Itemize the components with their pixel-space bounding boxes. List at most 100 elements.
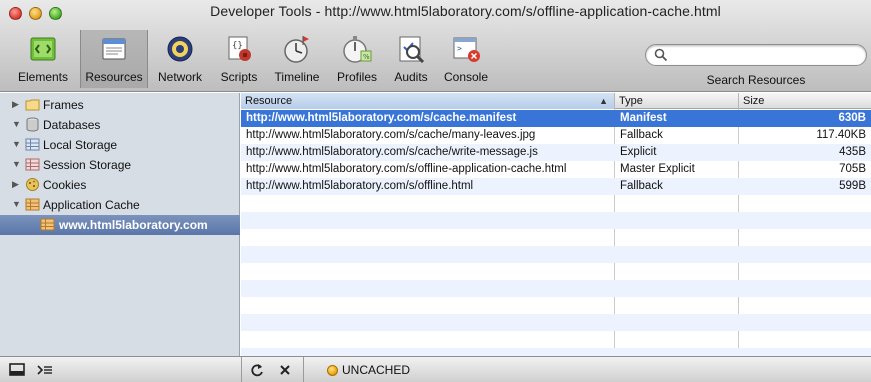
refresh-icon — [251, 364, 263, 377]
sidebar-item-session-storage[interactable]: ▼ Session Storage — [0, 155, 240, 175]
empty-row — [241, 314, 871, 331]
svg-text:>: > — [457, 44, 462, 53]
database-icon — [26, 117, 39, 132]
size-cell: 630B — [838, 112, 867, 124]
resource-cell: http://www.html5laboratory.com/s/offline… — [246, 180, 474, 192]
sidebar-item-label: Session Storage — [43, 158, 132, 172]
table-header: Resource ▲ Type Size — [241, 93, 871, 109]
size-cell: 599B — [839, 180, 866, 192]
toolbar-label: Scripts — [220, 70, 258, 84]
column-header-type[interactable]: Type — [615, 93, 739, 109]
dock-button[interactable] — [4, 359, 30, 381]
toolbar-label: Network — [157, 70, 202, 84]
empty-row — [241, 212, 871, 229]
column-header-size[interactable]: Size — [739, 93, 871, 109]
sidebar-item-label: Cookies — [43, 178, 87, 192]
audits-icon — [399, 36, 425, 64]
column-header-label: Size — [743, 95, 765, 107]
empty-row — [241, 331, 871, 348]
table-row[interactable]: http://www.html5laboratory.com/s/offline… — [241, 178, 871, 195]
table-body: http://www.html5laboratory.com/s/cache.m… — [241, 110, 871, 365]
sort-ascending-icon: ▲ — [599, 96, 608, 106]
table-row[interactable]: http://www.html5laboratory.com/s/offline… — [241, 161, 871, 178]
dock-icon — [9, 363, 25, 376]
timeline-icon — [284, 36, 309, 63]
console-toggle-button[interactable] — [32, 359, 58, 381]
application-cache-icon — [40, 218, 55, 231]
local-storage-icon — [25, 138, 40, 151]
size-cell: 705B — [839, 163, 866, 175]
toolbar-resources-button[interactable]: Resources — [80, 30, 148, 88]
status-divider — [241, 357, 242, 382]
sidebar-item-local-storage[interactable]: ▼ Local Storage — [0, 135, 240, 155]
toolbar-timeline-button[interactable]: Timeline — [268, 30, 326, 88]
refresh-button[interactable] — [244, 359, 270, 381]
column-header-resource[interactable]: Resource ▲ — [241, 93, 615, 109]
status-divider — [303, 357, 304, 382]
column-header-label: Resource — [245, 95, 293, 107]
delete-icon — [280, 365, 290, 375]
table-row[interactable]: http://www.html5laboratory.com/s/cache.m… — [241, 110, 871, 127]
disclosure-expanded-icon[interactable]: ▼ — [12, 139, 22, 149]
disclosure-collapsed-icon[interactable]: ▶ — [12, 179, 22, 189]
status-bar: UNCACHED — [0, 356, 871, 382]
size-cell: 435B — [839, 146, 866, 158]
delete-button[interactable] — [272, 359, 298, 381]
svg-text:%: % — [363, 53, 370, 61]
table-row[interactable]: http://www.html5laboratory.com/s/cache/m… — [241, 127, 871, 144]
disclosure-expanded-icon[interactable]: ▼ — [12, 119, 22, 129]
type-cell: Fallback — [620, 180, 663, 192]
devtools-window: Developer Tools - http://www.html5labora… — [0, 0, 871, 382]
cookie-icon — [26, 178, 39, 191]
resource-cell: http://www.html5laboratory.com/s/cache/w… — [246, 146, 538, 158]
type-cell: Fallback — [620, 129, 663, 141]
column-header-label: Type — [619, 95, 643, 107]
empty-row — [241, 195, 871, 212]
toolbar-audits-button[interactable]: Audits — [388, 30, 434, 88]
resource-cell: http://www.html5laboratory.com/s/cache.m… — [246, 112, 517, 124]
sidebar-item-label: Frames — [43, 98, 84, 112]
toolbar-label: Elements — [17, 70, 69, 84]
resources-icon — [102, 38, 126, 60]
toolbar-elements-button[interactable]: Elements — [12, 30, 74, 88]
titlebar: Developer Tools - http://www.html5labora… — [0, 0, 871, 92]
disclosure-expanded-icon[interactable]: ▼ — [12, 199, 22, 209]
toolbar-label: Resources — [85, 70, 143, 84]
console-toggle-icon — [37, 365, 52, 375]
sidebar-item-frames[interactable]: ▶ Frames — [0, 95, 240, 115]
toolbar-scripts-button[interactable]: {} Scripts — [214, 30, 264, 88]
type-cell: Master Explicit — [620, 163, 695, 175]
sidebar-item-label: Application Cache — [43, 198, 140, 212]
scripts-icon: {} — [228, 36, 251, 61]
elements-icon — [30, 37, 56, 61]
disclosure-collapsed-icon[interactable]: ▶ — [12, 99, 22, 109]
sidebar-item-databases[interactable]: ▼ Databases — [0, 115, 240, 135]
type-cell: Manifest — [620, 112, 667, 124]
resource-cell: http://www.html5laboratory.com/s/cache/m… — [246, 129, 536, 141]
folder-icon — [25, 99, 40, 111]
sidebar-item-label: Local Storage — [43, 138, 118, 152]
search-resources-input[interactable] — [645, 44, 867, 66]
toolbar-profiles-button[interactable]: % Profiles — [330, 30, 384, 88]
cache-status-icon — [327, 365, 338, 376]
window-title: Developer Tools - http://www.html5labora… — [210, 3, 721, 19]
toolbar-console-button[interactable]: > Console — [438, 30, 494, 88]
search-icon — [654, 48, 668, 62]
toolbar-label: Timeline — [274, 70, 320, 84]
resource-cell: http://www.html5laboratory.com/s/offline… — [246, 163, 567, 175]
toolbar-network-button[interactable]: Network — [152, 30, 208, 88]
application-cache-icon — [25, 198, 40, 211]
empty-row — [241, 280, 871, 297]
sidebar-item-html5laboratory[interactable]: www.html5laboratory.com — [0, 215, 240, 235]
sidebar: ▶ Frames ▼ Databases ▼ Local Storage ▼ S… — [0, 93, 240, 356]
sidebar-item-cookies[interactable]: ▶ Cookies — [0, 175, 240, 195]
empty-row — [241, 297, 871, 314]
sidebar-item-application-cache[interactable]: ▼ Application Cache — [0, 195, 240, 215]
console-icon: > — [453, 37, 480, 62]
toolbar-label: Audits — [394, 70, 428, 84]
sidebar-item-label: Databases — [43, 118, 101, 132]
table-row[interactable]: http://www.html5laboratory.com/s/cache/w… — [241, 144, 871, 161]
disclosure-expanded-icon[interactable]: ▼ — [12, 159, 22, 169]
empty-row — [241, 263, 871, 280]
cache-status-text: UNCACHED — [342, 363, 411, 377]
